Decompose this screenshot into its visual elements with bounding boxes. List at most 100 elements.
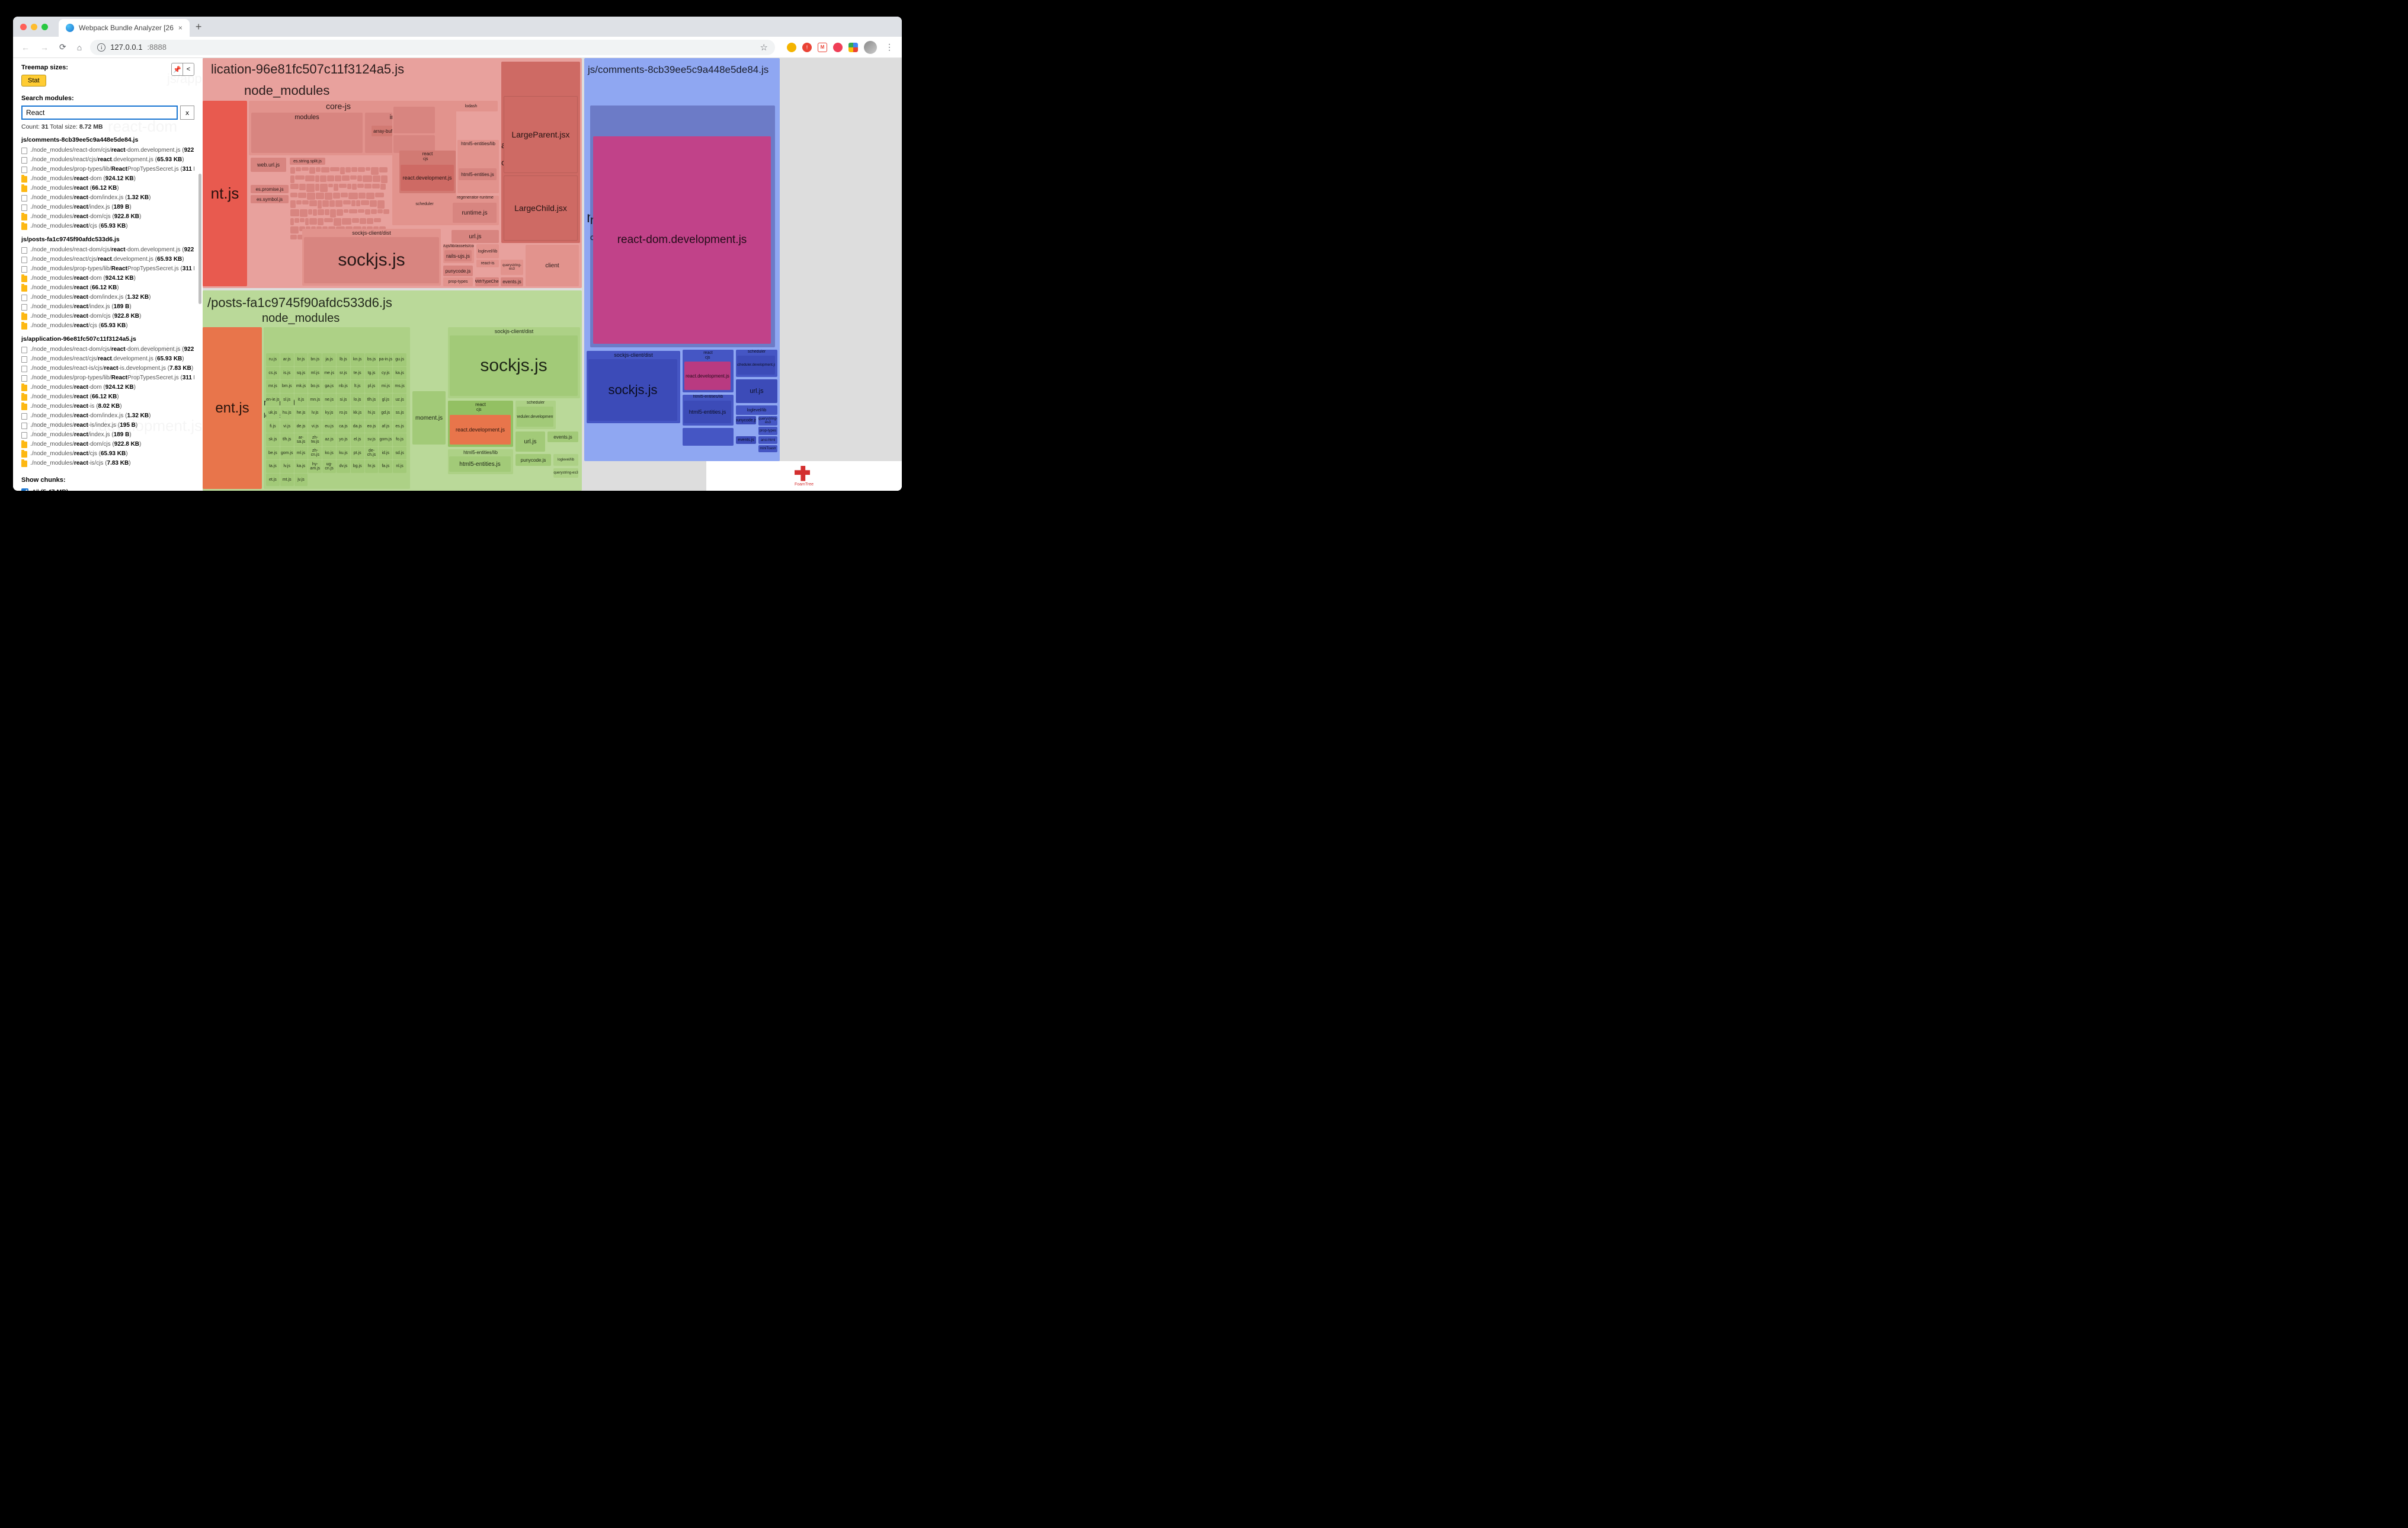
tiny-cell[interactable] [296, 200, 302, 204]
tm-node[interactable]: sockjs.js [450, 335, 578, 396]
locale-cell[interactable]: hy-am.js [308, 460, 322, 473]
tiny-cell[interactable] [358, 193, 366, 199]
home-button[interactable]: ⌂ [75, 40, 84, 55]
locale-cell[interactable]: kn.js [351, 353, 364, 366]
module-item[interactable]: ./node_modules/react/cjs (65.93 KB) [21, 449, 194, 459]
module-item[interactable]: ./node_modules/react/cjs (65.93 KB) [21, 321, 194, 331]
tm-node[interactable]: url.js [515, 431, 545, 452]
locale-cell[interactable]: vi.js [280, 420, 294, 433]
tiny-cell[interactable] [321, 167, 329, 173]
module-item[interactable]: ./node_modules/react-dom (924.12 KB) [21, 383, 194, 392]
locale-cell[interactable]: ga.js [322, 380, 336, 393]
tiny-cell[interactable] [341, 193, 348, 197]
tm-node[interactable]: sockjs-client/dist sockjs.js [448, 327, 580, 398]
tm-moment[interactable]: moment locale ru.jsar.jsbr.jsbn.jsja.jsl… [264, 327, 410, 489]
tm-node[interactable]: scheduler [399, 196, 450, 212]
locale-cell[interactable]: lt.js [351, 380, 364, 393]
tab-close-icon[interactable]: × [178, 24, 182, 32]
tiny-cell[interactable] [324, 218, 333, 223]
tiny-cell[interactable] [337, 209, 343, 216]
tiny-cell[interactable] [357, 184, 364, 188]
locale-cell[interactable]: bg.js [351, 460, 364, 473]
locale-cell[interactable]: el.js [351, 433, 364, 446]
tiny-cell[interactable] [371, 167, 379, 175]
apps-icon[interactable] [848, 43, 858, 52]
tiny-cell[interactable] [290, 193, 298, 197]
tm-node[interactable]: react.development.js [450, 415, 511, 445]
tm-node[interactable]: react.development.js [401, 165, 454, 191]
tm-node[interactable]: web.url.js [251, 158, 286, 172]
module-item[interactable]: ./node_modules/react-is/cjs/react-is.dev… [21, 364, 194, 373]
locale-cell[interactable]: ss.js [393, 407, 406, 420]
tiny-cell[interactable] [330, 209, 335, 218]
tm-node[interactable]: react-is [476, 260, 499, 267]
module-item[interactable]: ./node_modules/prop-types/lib/ReactPropT… [21, 165, 194, 174]
tiny-cell[interactable] [379, 167, 388, 173]
tiny-cell[interactable] [375, 193, 384, 197]
module-item[interactable]: ./node_modules/react/cjs/react.developme… [21, 255, 194, 264]
locale-cell[interactable]: jv.js [294, 474, 308, 487]
locale-cell[interactable]: me.js [322, 367, 336, 380]
locale-cell[interactable]: ar-sa.js [294, 433, 308, 446]
locale-cell[interactable]: ky.js [322, 407, 336, 420]
locale-cell[interactable]: ca.js [337, 420, 350, 433]
tiny-cell[interactable] [318, 209, 324, 215]
chunk-heading[interactable]: js/comments-8cb39ee5c9a448e5de84.js [21, 136, 194, 143]
tm-node[interactable]: react-dom.development.js [593, 136, 771, 344]
module-item[interactable]: ./node_modules/react-dom/cjs (922.8 KB) [21, 212, 194, 222]
locale-cell[interactable]: mk.js [294, 380, 308, 393]
tiny-cell[interactable] [330, 167, 340, 172]
tm-node[interactable]: react-dom cjs react-dom.development.js [590, 106, 775, 347]
locale-cell[interactable]: lv.js [280, 460, 294, 473]
tiny-cell[interactable] [360, 218, 366, 224]
tiny-cell[interactable] [366, 193, 374, 199]
tm-node[interactable]: react cjs react.development.js [448, 401, 513, 447]
stat-button[interactable]: Stat [21, 75, 46, 87]
module-item[interactable]: ./node_modules/react-dom/cjs/react-dom.d… [21, 345, 194, 354]
tm-node[interactable]: nt.js [203, 101, 247, 286]
tiny-cell[interactable] [383, 209, 389, 214]
locale-cell[interactable]: hi.js [365, 407, 379, 420]
tiny-cell[interactable] [316, 167, 321, 172]
tm-node[interactable]: modules web.url.js [251, 113, 363, 153]
tiny-cell[interactable] [298, 193, 306, 199]
locale-cell[interactable]: mi.js [379, 380, 392, 393]
tm-node[interactable]: prop-types [443, 277, 473, 286]
ext-icon[interactable] [833, 43, 843, 52]
tiny-cell[interactable] [299, 184, 306, 190]
module-item[interactable]: ./node_modules/react-dom/index.js (1.32 … [21, 293, 194, 302]
locale-cell[interactable]: mr.js [266, 380, 280, 393]
gmail-icon[interactable]: M [818, 43, 827, 52]
tiny-cell[interactable] [306, 184, 315, 192]
locale-cell[interactable]: ko.js [322, 447, 336, 460]
tiny-cell[interactable] [302, 200, 309, 204]
tiny-cell[interactable] [374, 218, 381, 222]
search-input[interactable] [21, 106, 178, 120]
tm-node[interactable]: ent.js [203, 327, 262, 489]
close-window-icon[interactable] [20, 24, 27, 30]
locale-cell[interactable]: pt.js [351, 447, 364, 460]
chunk-heading[interactable]: js/application-96e81fc507c11f3124a5.js [21, 335, 194, 343]
locale-cell[interactable]: tlh.js [365, 394, 379, 407]
chunk-posts[interactable]: /posts-fa1c9745f90afdc533d6.js node_modu… [203, 290, 582, 491]
pin-icon[interactable]: 📌 [171, 63, 183, 76]
tiny-cell[interactable] [347, 184, 351, 190]
browser-tab[interactable]: Webpack Bundle Analyzer [26 × [59, 19, 190, 37]
tiny-cell[interactable] [335, 200, 342, 207]
locale-cell[interactable]: et.js [266, 474, 280, 487]
site-info-icon[interactable]: i [97, 43, 105, 52]
tiny-cell[interactable] [345, 167, 351, 173]
tm-node[interactable]: loglevel/lib [476, 244, 499, 258]
locale-cell[interactable]: it.js [294, 394, 308, 407]
tiny-cell[interactable] [351, 200, 356, 206]
tm-node[interactable]: scheduler.development.js [517, 407, 553, 427]
module-item[interactable]: ./node_modules/react/index.js (189 B) [21, 430, 194, 440]
tm-node[interactable]: LargeParent.jsx [504, 96, 578, 173]
foamtree-logo[interactable]: FoamTree [706, 461, 902, 491]
tm-node[interactable]: punycode.js [736, 416, 756, 424]
ext-icon[interactable]: ! [802, 43, 812, 52]
tm-node[interactable]: client [526, 245, 579, 286]
chunk-application[interactable]: lication-96e81fc507c11f3124a5.js node_mo… [203, 58, 582, 288]
tm-node[interactable]: scheduler scheduler.development.js [515, 401, 556, 429]
clear-search-button[interactable]: x [180, 106, 194, 120]
